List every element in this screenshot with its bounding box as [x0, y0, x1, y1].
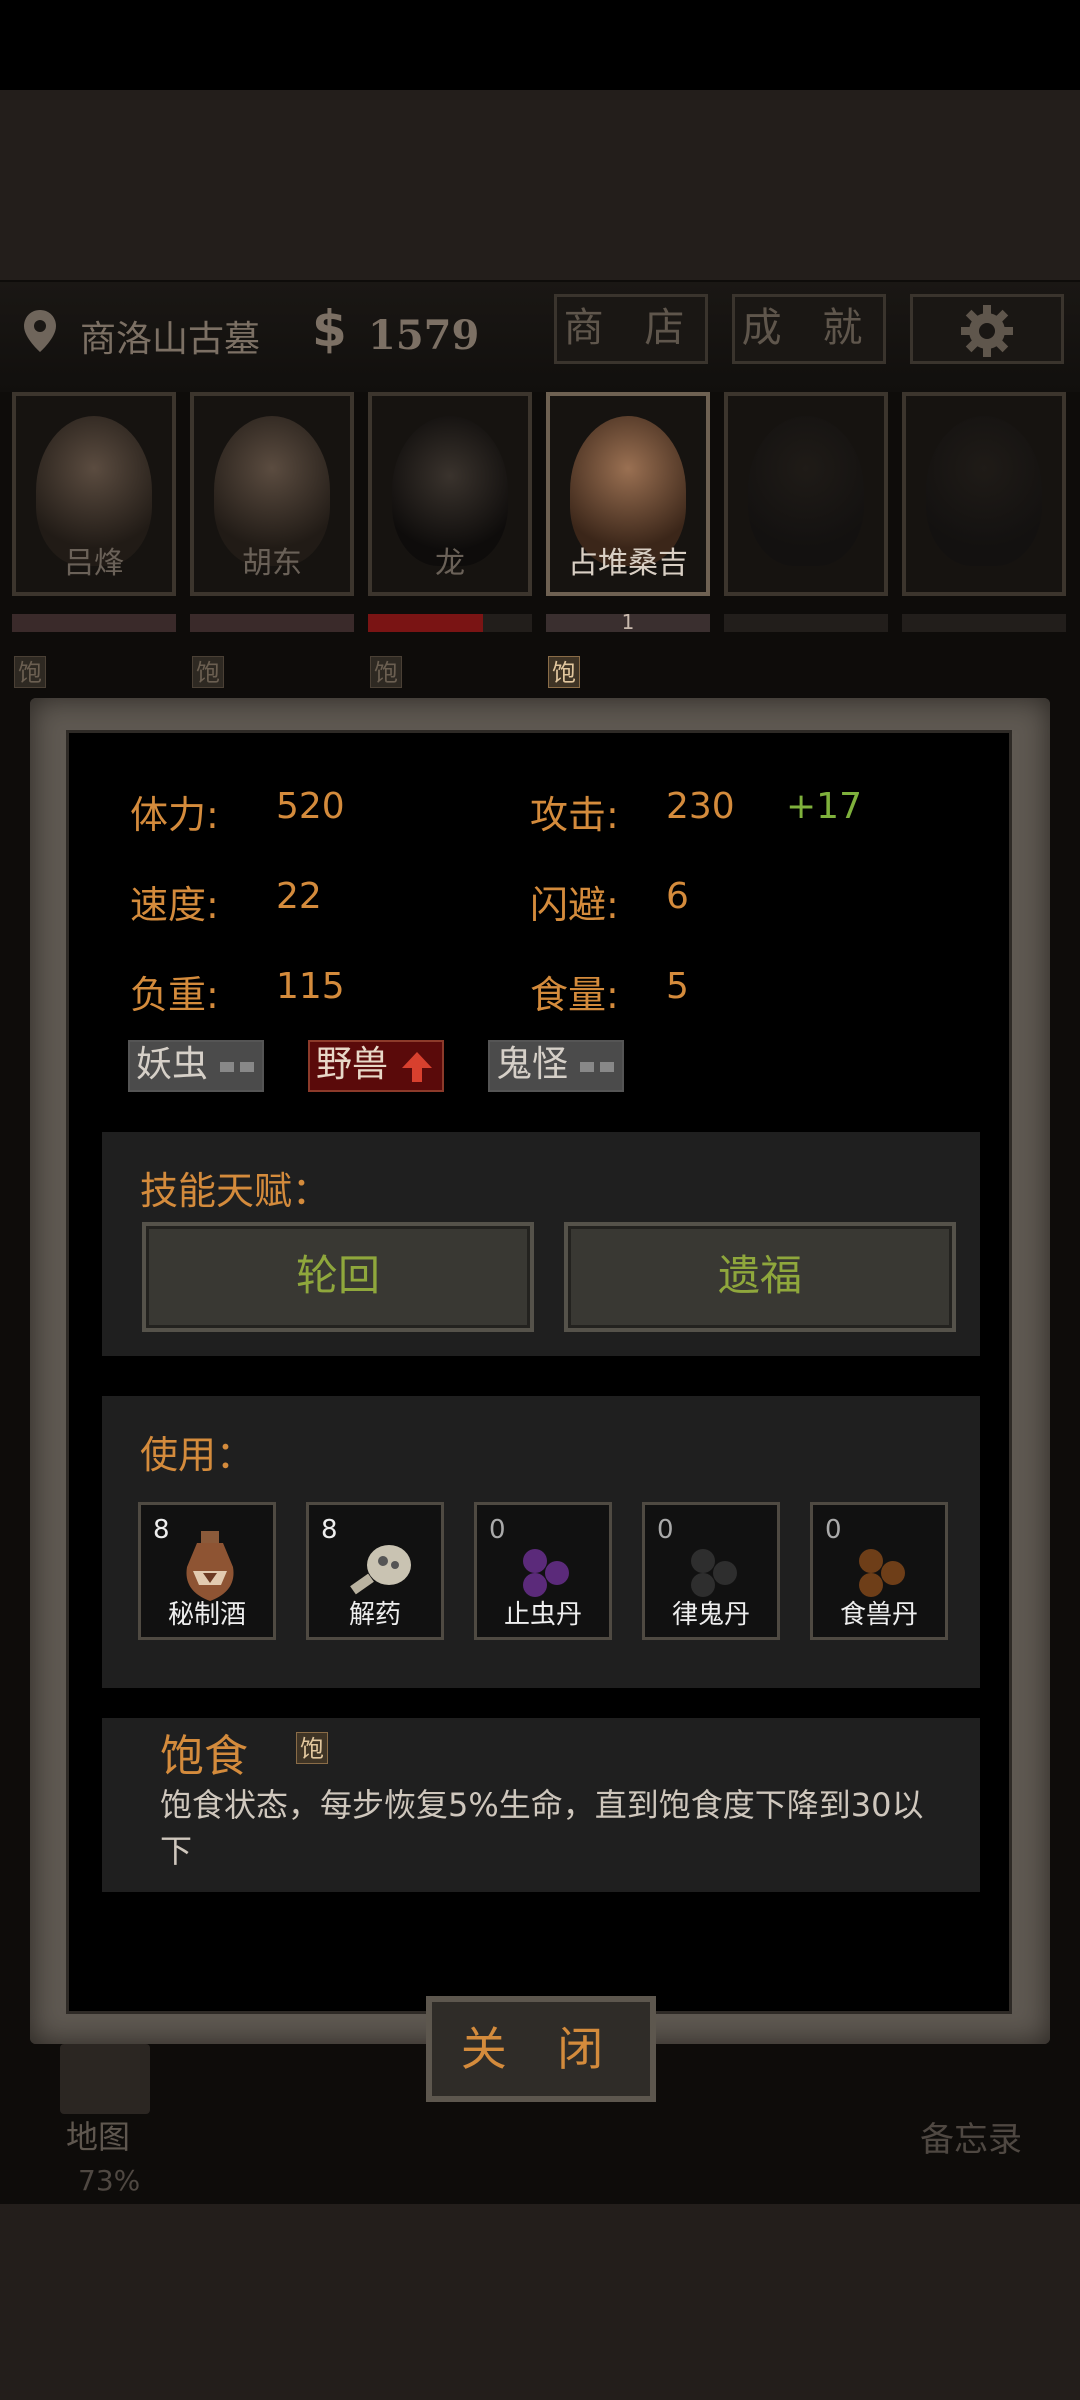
- gear-icon: [961, 305, 1013, 357]
- satiety-badge: 饱: [296, 1732, 328, 1764]
- food-label: 食量:: [530, 973, 619, 1017]
- purple-pills-icon: [523, 1549, 569, 1597]
- resist-label: 鬼怪: [496, 1044, 569, 1085]
- member-name: 胡东: [242, 546, 302, 581]
- item-label: 秘制酒: [167, 1600, 246, 1630]
- item-beast-pill[interactable]: 0 食兽丹: [810, 1502, 948, 1640]
- empty-silhouette-icon: [926, 416, 1042, 566]
- stamina-label: 体力:: [130, 793, 219, 837]
- empty-silhouette-icon: [748, 416, 864, 566]
- achievements-button[interactable]: 成 就: [732, 294, 886, 364]
- item-label: 食兽丹: [839, 1600, 918, 1630]
- item-insect-pill[interactable]: 0 止虫丹: [474, 1502, 612, 1640]
- hp-bar-label: 1: [621, 610, 635, 634]
- item-label: 律鬼丹: [671, 1600, 750, 1630]
- memo-label[interactable]: 备忘录: [920, 2112, 1022, 2161]
- status-description: 饱食状态，每步恢复5%生命，直到饱食度下降到30以下: [160, 1786, 924, 1870]
- item-secret-wine[interactable]: 8 秘制酒: [138, 1502, 276, 1640]
- item-count: 0: [657, 1515, 674, 1545]
- hp-bar: [12, 614, 176, 632]
- arrow-up-icon: [402, 1052, 432, 1082]
- neutral-indicator-icon: [580, 1062, 614, 1072]
- location-pin-icon: [24, 310, 56, 352]
- member-name: 龙: [435, 546, 465, 581]
- item-count: 0: [825, 1515, 842, 1545]
- satiety-badge: 饱: [192, 656, 224, 688]
- resist-beast: 野兽: [308, 1040, 444, 1092]
- hp-bar: [902, 614, 1066, 632]
- skills-title: 技能天赋：: [140, 1169, 331, 1213]
- load-label: 负重:: [130, 973, 219, 1017]
- item-count: 8: [321, 1515, 338, 1545]
- item-count: 8: [153, 1515, 170, 1545]
- load-value: 115: [276, 966, 345, 1007]
- dodge-value: 6: [666, 876, 689, 917]
- party-slot-empty-5[interactable]: [724, 392, 888, 596]
- map-label[interactable]: 地图: [66, 2112, 130, 2158]
- brown-pills-icon: [859, 1549, 905, 1597]
- attack-value: 230: [666, 786, 735, 827]
- resist-label: 妖虫: [136, 1044, 209, 1085]
- hp-bar: [724, 614, 888, 632]
- neutral-indicator-icon: [220, 1062, 254, 1072]
- use-title: 使用：: [140, 1433, 255, 1477]
- satiety-badge: 饱: [548, 656, 580, 688]
- party-member-1[interactable]: 吕烽: [12, 392, 176, 596]
- party-member-2[interactable]: 胡东: [190, 392, 354, 596]
- status-title: 饱食: [160, 1731, 248, 1782]
- attack-bonus: +17: [786, 786, 862, 827]
- hp-bar: 1: [546, 610, 710, 634]
- money-amount: 1579: [368, 312, 480, 359]
- location-name: 商洛山古墓: [80, 319, 261, 360]
- settings-button[interactable]: [910, 294, 1064, 364]
- item-label: 解药: [348, 1600, 401, 1630]
- item-ghost-pill[interactable]: 0 律鬼丹: [642, 1502, 780, 1640]
- satiety-badge: 饱: [370, 656, 402, 688]
- black-pills-icon: [691, 1549, 737, 1597]
- bottom-bar: [0, 2204, 1080, 2400]
- resist-ghost: 鬼怪: [488, 1040, 624, 1092]
- satiety-badge: 饱: [14, 656, 46, 688]
- skill-button-legacy[interactable]: 遗福: [564, 1222, 956, 1332]
- resist-label: 野兽: [316, 1044, 389, 1085]
- shop-button[interactable]: 商 店: [554, 294, 708, 364]
- hp-bar: [368, 614, 532, 632]
- member-name: 占堆桑吉: [568, 546, 688, 581]
- speed-label: 速度:: [130, 883, 219, 927]
- map-progress: 73%: [78, 2164, 141, 2197]
- party-slot-empty-6[interactable]: [902, 392, 1066, 596]
- member-name: 吕烽: [64, 546, 124, 581]
- currency-icon: $: [312, 300, 347, 358]
- food-value: 5: [666, 966, 689, 1007]
- resist-insect: 妖虫: [128, 1040, 264, 1092]
- dodge-label: 闪避:: [530, 883, 619, 927]
- stamina-value: 520: [276, 786, 345, 827]
- party-member-4[interactable]: 占堆桑吉: [546, 392, 710, 596]
- speed-value: 22: [276, 876, 322, 917]
- status-bar: [0, 0, 1080, 90]
- close-button[interactable]: 关 闭: [426, 1996, 656, 2102]
- attack-label: 攻击:: [530, 793, 619, 837]
- map-icon[interactable]: [60, 2044, 150, 2114]
- skill-button-reincarnation[interactable]: 轮回: [142, 1222, 534, 1332]
- party-member-3[interactable]: 龙: [368, 392, 532, 596]
- item-label: 止虫丹: [503, 1600, 582, 1630]
- hp-bar: [190, 614, 354, 632]
- item-count: 0: [489, 1515, 506, 1545]
- item-antidote[interactable]: 8 解药: [306, 1502, 444, 1640]
